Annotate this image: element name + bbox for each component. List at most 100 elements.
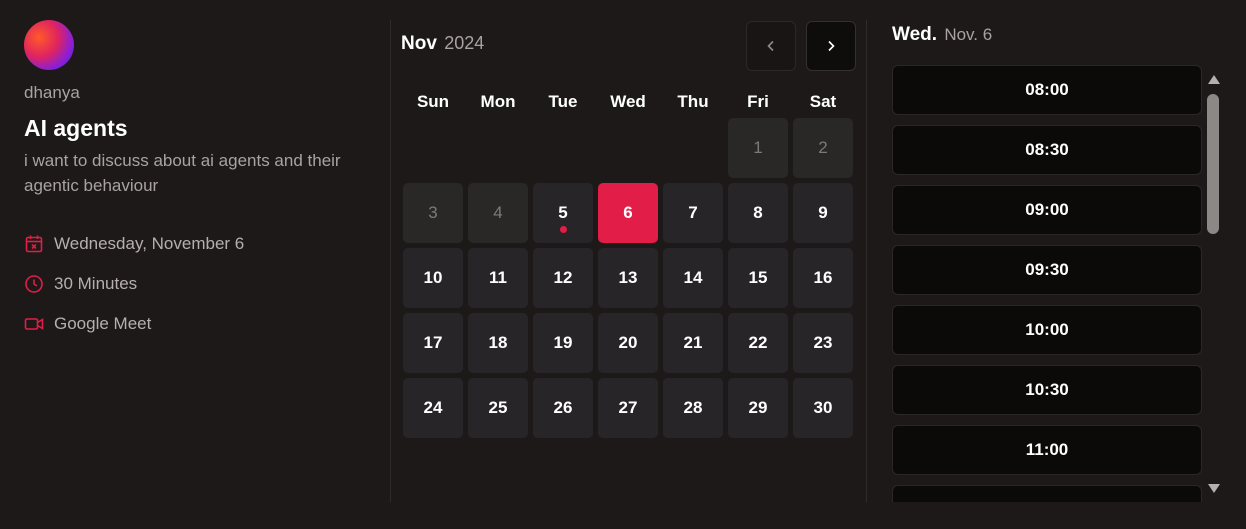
calendar-day[interactable]: 26 (533, 378, 593, 438)
calendar-day-number: 20 (618, 333, 638, 352)
clock-icon (25, 275, 43, 293)
calendar-day-number: 16 (813, 268, 833, 287)
calendar-day[interactable]: 27 (598, 378, 658, 438)
calendar-day-number: 1 (753, 138, 763, 157)
calendar-day[interactable]: 20 (598, 313, 658, 373)
divider-left (390, 20, 391, 502)
calendar-day[interactable]: 13 (598, 248, 658, 308)
avatar (24, 20, 74, 70)
event-location-text: Google Meet (54, 314, 152, 333)
time-slot-button[interactable]: 11:00 (892, 425, 1202, 475)
calendar-day[interactable]: 24 (403, 378, 463, 438)
calendar-day[interactable]: 7 (663, 183, 723, 243)
calendar-day-number: 7 (688, 203, 698, 222)
calendar-icon (25, 235, 43, 253)
calendar-day-number: 22 (748, 333, 768, 352)
calendar-day[interactable]: 30 (793, 378, 853, 438)
calendar-day-selected[interactable]: 6 (598, 183, 658, 243)
calendar-day-number: 9 (818, 203, 828, 222)
chevron-right-icon (828, 40, 835, 52)
time-slot-button[interactable]: 10:30 (892, 365, 1202, 415)
weekday-label: Sat (809, 92, 837, 111)
calendar-day-number: 18 (488, 333, 508, 352)
booking-page: dhanya AI agents i want to discuss about… (0, 0, 1246, 529)
calendar-day[interactable]: 5 (533, 183, 593, 243)
time-slot-button[interactable]: 08:00 (892, 65, 1202, 115)
calendar-day-number: 11 (489, 268, 507, 287)
weekday-label: Mon (480, 92, 516, 111)
selected-date-heading: Wed. Nov. 6 (892, 24, 992, 46)
calendar-day[interactable]: 22 (728, 313, 788, 373)
event-date-text: Wednesday, November 6 (54, 234, 245, 253)
weekday-label: Fri (747, 92, 769, 111)
calendar-day-number: 26 (553, 398, 573, 417)
next-month-button[interactable] (806, 21, 856, 71)
calendar-day[interactable]: 14 (663, 248, 723, 308)
scroll-up-arrow-icon[interactable] (1208, 75, 1220, 84)
calendar-day[interactable]: 11 (468, 248, 528, 308)
calendar-day-number: 14 (683, 268, 703, 287)
calendar-day[interactable]: 16 (793, 248, 853, 308)
calendar-day-number: 23 (813, 333, 833, 352)
calendar-day-number: 5 (558, 203, 568, 222)
weekday-label: Wed (610, 92, 646, 111)
event-duration-text: 30 Minutes (54, 274, 138, 293)
calendar-day[interactable]: 18 (468, 313, 528, 373)
event-description: i want to discuss about ai agents and th… (24, 151, 341, 195)
calendar-day[interactable]: 21 (663, 313, 723, 373)
event-title: AI agents (24, 115, 128, 141)
time-slot-list[interactable]: 08:00 08:30 09:00 09:30 10:00 10:30 11:00 (892, 65, 1202, 502)
today-indicator-dot (560, 226, 567, 233)
month-name: Nov (401, 33, 437, 54)
calendar-day[interactable]: 29 (728, 378, 788, 438)
calendar-day[interactable]: 19 (533, 313, 593, 373)
calendar-day-number: 15 (748, 268, 768, 287)
time-slot-button[interactable]: 10:00 (892, 305, 1202, 355)
previous-month-button[interactable] (746, 21, 796, 71)
month-label: Nov 2024 (401, 33, 484, 55)
calendar-day-number: 19 (553, 333, 573, 352)
time-slot-button[interactable]: 09:30 (892, 245, 1202, 295)
weekday-header-row: Sun Mon Tue Wed Thu Fri Sat (403, 92, 858, 114)
calendar-day: 1 (728, 118, 788, 178)
scroll-down-arrow-icon[interactable] (1208, 484, 1220, 493)
chevron-left-icon (767, 40, 774, 52)
divider-right (866, 20, 867, 502)
time-slots-panel: Wed. Nov. 6 08:00 08:30 09:00 09:30 10:00 10:… (892, 20, 1222, 502)
calendar-day-number: 3 (428, 203, 438, 222)
time-slot-button[interactable] (892, 485, 1202, 502)
calendar-day-number: 17 (423, 333, 443, 352)
calendar-day-number: 29 (748, 398, 768, 417)
calendar-day[interactable]: 8 (728, 183, 788, 243)
calendar-day[interactable]: 23 (793, 313, 853, 373)
calendar-day[interactable]: 12 (533, 248, 593, 308)
calendar-day[interactable]: 25 (468, 378, 528, 438)
calendar-day-number: 6 (623, 203, 633, 222)
calendar-day-number: 13 (618, 268, 638, 287)
calendar-header: Nov 2024 (400, 20, 856, 71)
calendar-day-number: 12 (553, 268, 573, 287)
calendar-day[interactable]: 28 (663, 378, 723, 438)
calendar-day-number: 28 (683, 398, 703, 417)
calendar-day[interactable]: 17 (403, 313, 463, 373)
calendar-day[interactable]: 9 (793, 183, 853, 243)
selected-date-label: Nov. 6 (944, 25, 993, 44)
weekday-label: Sun (416, 92, 450, 111)
calendar-day-number: 21 (683, 333, 703, 352)
event-details-panel: dhanya AI agents i want to discuss about… (24, 20, 364, 344)
selected-day-label: Wed. (892, 24, 938, 45)
time-slot-scrollbar[interactable] (1204, 65, 1222, 502)
calendar-day-number: 24 (423, 398, 443, 417)
event-meta-list: Wednesday, November 6 30 Minutes Google … (24, 224, 364, 344)
calendar: Nov 2024 Sun Mon Tue Wed Thu Fri Sat 123456789… (400, 20, 856, 438)
year-label: 2024 (444, 33, 485, 53)
time-slot-button[interactable]: 09:00 (892, 185, 1202, 235)
calendar-day[interactable]: 10 (403, 248, 463, 308)
event-duration-row: 30 Minutes (24, 264, 364, 304)
calendar-day[interactable]: 15 (728, 248, 788, 308)
scrollbar-thumb[interactable] (1207, 94, 1219, 234)
weekday-label: Thu (677, 92, 709, 111)
time-slot-button[interactable]: 08:30 (892, 125, 1202, 175)
calendar-day-number: 25 (488, 398, 508, 417)
calendar-day-number: 2 (818, 138, 828, 157)
